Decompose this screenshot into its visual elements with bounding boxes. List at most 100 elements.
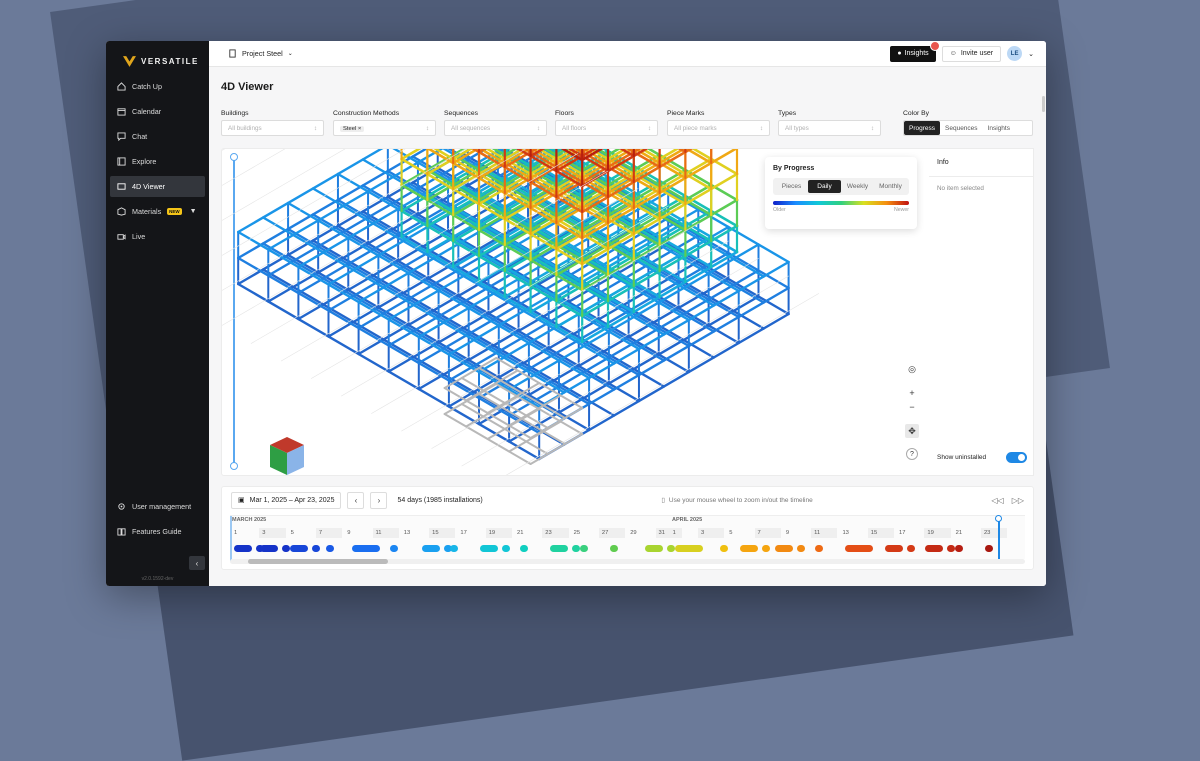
date-range-picker[interactable]: ▣ Mar 1, 2025 – Apr 23, 2025 — [231, 491, 342, 509]
installation-pill[interactable] — [667, 545, 675, 552]
timeline-hint-text: Use your mouse wheel to zoom in/out the … — [668, 496, 813, 504]
main-area: Project Steel ⌄ ● Insights ☺ Invite user… — [209, 41, 1046, 586]
version-text: v2.0.1592-dev — [141, 576, 174, 582]
installation-pill[interactable] — [610, 545, 618, 552]
fast-forward-icon[interactable]: ▷▷ — [1012, 496, 1024, 505]
installation-pill[interactable] — [282, 545, 290, 552]
timeline-scrollbar[interactable] — [230, 559, 1025, 564]
legend-mode-toggle: Pieces Daily Weekly Monthly — [773, 178, 909, 195]
installation-pill[interactable] — [312, 545, 320, 552]
legend-option-monthly[interactable]: Monthly — [874, 180, 907, 193]
pan-icon[interactable]: ✥ — [905, 424, 919, 438]
next-range-button[interactable]: › — [370, 491, 388, 509]
sidebar-item-label: 4D Viewer — [132, 182, 166, 191]
rewind-icon[interactable]: ◁◁ — [991, 496, 1003, 505]
installation-pill[interactable] — [645, 545, 663, 552]
chevron-updown-icon: ↕ — [759, 124, 763, 132]
previous-range-button[interactable]: ‹ — [347, 491, 365, 509]
installation-pill[interactable] — [326, 545, 334, 552]
zoom-in-icon[interactable]: + — [905, 386, 919, 400]
timeline-scroll-thumb[interactable] — [248, 559, 388, 564]
installation-pill[interactable] — [572, 545, 580, 552]
installation-pill[interactable] — [740, 545, 758, 552]
installation-pill[interactable] — [234, 545, 252, 552]
sequences-select[interactable]: All sequences ↕ — [444, 120, 547, 136]
sidebar-item-calendar[interactable]: Calendar — [110, 101, 205, 122]
reset-view-icon[interactable]: ◎ — [905, 362, 919, 376]
sidebar-item-explore[interactable]: Explore — [110, 151, 205, 172]
installation-pill[interactable] — [422, 545, 440, 552]
logo[interactable]: VERSATILE — [106, 41, 209, 75]
installation-pill[interactable] — [762, 545, 770, 552]
chevron-down-icon[interactable]: ⌄ — [1028, 50, 1034, 58]
buildings-select[interactable]: All buildings ↕ — [221, 120, 324, 136]
installation-pill[interactable] — [947, 545, 955, 552]
installation-pill[interactable] — [845, 545, 873, 552]
piece-marks-select[interactable]: All piece marks ↕ — [667, 120, 770, 136]
topbar-actions: ● Insights ☺ Invite user LE ⌄ — [890, 41, 1034, 62]
day-label: 5 — [729, 530, 733, 536]
sidebar-item-4d-viewer[interactable]: 4D Viewer — [110, 176, 205, 197]
construction-methods-select[interactable]: Steel × ↕ — [333, 120, 436, 136]
color-by-insights[interactable]: Insights — [983, 121, 1015, 135]
steel-member[interactable] — [400, 235, 584, 344]
installation-pill[interactable] — [675, 545, 703, 552]
installation-pill[interactable] — [550, 545, 568, 552]
sidebar-item-materials[interactable]: Materials NEW ▼ — [110, 201, 205, 222]
installation-pill[interactable] — [815, 545, 823, 552]
installation-pill[interactable] — [390, 545, 398, 552]
timeline-start-marker[interactable] — [230, 516, 232, 561]
collapse-sidebar-button[interactable]: ‹ — [189, 556, 205, 570]
legend-option-pieces[interactable]: Pieces — [775, 180, 808, 193]
sidebar-item-chat[interactable]: Chat — [110, 126, 205, 147]
timeline-current-marker[interactable] — [998, 516, 1000, 561]
legend-option-weekly[interactable]: Weekly — [841, 180, 874, 193]
3d-viewer[interactable]: By Progress Pieces Daily Weekly Monthly … — [221, 148, 932, 476]
installation-pill[interactable] — [580, 545, 588, 552]
day-label: 27 — [601, 530, 609, 536]
installation-pill[interactable] — [450, 545, 458, 552]
installation-pill[interactable] — [520, 545, 528, 552]
installation-pill[interactable] — [775, 545, 793, 552]
filter-label: Buildings — [221, 110, 249, 117]
avatar[interactable]: LE — [1007, 46, 1023, 61]
help-icon[interactable]: ? — [906, 448, 918, 460]
chevron-down-icon[interactable]: ▼ — [190, 208, 197, 215]
installation-pill[interactable] — [720, 545, 728, 552]
close-icon[interactable]: × — [358, 126, 361, 132]
installation-pill[interactable] — [480, 545, 498, 552]
show-uninstalled-toggle[interactable] — [1006, 452, 1027, 463]
installation-pill[interactable] — [885, 545, 903, 552]
sidebar-item-catch-up[interactable]: Catch Up — [110, 76, 205, 97]
project-selector[interactable]: Project Steel ⌄ — [228, 49, 293, 58]
floors-select[interactable]: All floors ↕ — [555, 120, 658, 136]
timeline-current-handle[interactable] — [995, 515, 1002, 522]
installation-pill[interactable] — [907, 545, 915, 552]
day-label: 3 — [262, 530, 266, 536]
sidebar-item-user-management[interactable]: User management — [110, 496, 205, 517]
installation-pill[interactable] — [955, 545, 963, 552]
info-title: Info — [929, 149, 1033, 177]
installation-pill[interactable] — [352, 545, 380, 552]
page-scrollbar[interactable] — [1042, 96, 1045, 112]
sidebar-item-live[interactable]: Live — [110, 226, 205, 247]
color-by-sequences[interactable]: Sequences — [940, 121, 983, 135]
legend-option-daily[interactable]: Daily — [808, 180, 841, 193]
insights-button[interactable]: ● Insights — [890, 41, 940, 62]
invite-user-button[interactable]: ☺ Invite user — [941, 45, 1002, 62]
sidebar-item-features-guide[interactable]: Features Guide — [110, 521, 205, 542]
installation-pill[interactable] — [502, 545, 510, 552]
timeline-track[interactable]: MARCH 2025 APRIL 2025 1 3 5 7 9 11 13 15 17 19 21 2… — [230, 515, 1025, 561]
chevron-updown-icon: ↕ — [536, 124, 540, 132]
selected-chip[interactable]: Steel × — [340, 125, 365, 132]
installation-pill[interactable] — [925, 545, 943, 552]
installation-pill[interactable] — [985, 545, 993, 552]
types-select[interactable]: All types ↕ — [778, 120, 881, 136]
installation-pill[interactable] — [290, 545, 308, 552]
view-cube-icon[interactable] — [270, 437, 304, 475]
installation-pill[interactable] — [797, 545, 805, 552]
installation-pill[interactable] — [260, 545, 278, 552]
color-by-progress[interactable]: Progress — [904, 121, 941, 135]
zoom-out-icon[interactable]: − — [905, 400, 919, 414]
calendar-icon: ▣ — [238, 497, 245, 504]
